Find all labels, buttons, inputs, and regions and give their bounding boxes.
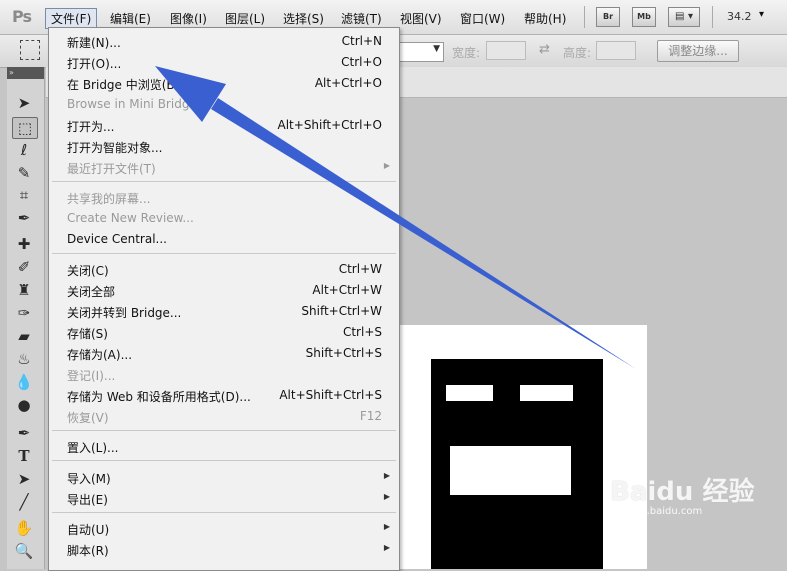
- arrow-head: [155, 66, 226, 122]
- annotation-arrow: [155, 66, 636, 369]
- arrow-shaft: [211, 98, 636, 369]
